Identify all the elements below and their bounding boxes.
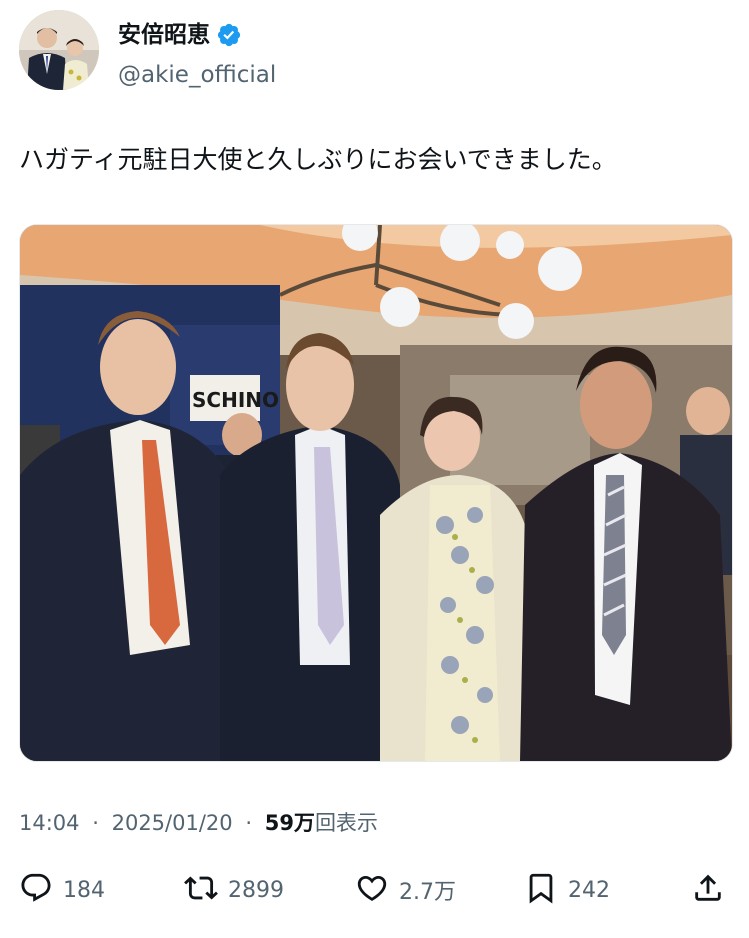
user-handle[interactable]: @akie_official bbox=[118, 60, 276, 90]
share-button[interactable] bbox=[691, 866, 725, 914]
tweet-actions: 184 2899 2.7万 242 bbox=[19, 866, 731, 914]
heart-icon bbox=[355, 871, 389, 909]
bookmark-count: 242 bbox=[568, 877, 610, 903]
tweet-text: ハガティ元駐日大使と久しぶりにお会いできました。 bbox=[19, 145, 617, 174]
tweet-photo[interactable]: SCHINO bbox=[19, 224, 733, 762]
tweet-header: 安倍昭恵 @akie_official bbox=[19, 10, 729, 90]
like-button[interactable]: 2.7万 bbox=[355, 866, 456, 914]
bookmark-button[interactable]: 242 bbox=[524, 866, 610, 914]
tweet-date[interactable]: 2025/01/20 bbox=[112, 811, 233, 835]
views-count: 59万 bbox=[264, 811, 315, 835]
repost-button[interactable]: 2899 bbox=[184, 866, 284, 914]
reply-button[interactable]: 184 bbox=[19, 866, 105, 914]
display-name[interactable]: 安倍昭恵 bbox=[118, 20, 210, 50]
photo-image: SCHINO bbox=[20, 225, 732, 761]
views-label: 回表示 bbox=[314, 811, 378, 835]
meta-separator: · bbox=[92, 811, 99, 835]
like-count: 2.7万 bbox=[399, 880, 456, 905]
reply-count: 184 bbox=[63, 877, 105, 903]
bookmark-icon bbox=[524, 871, 558, 909]
repost-icon bbox=[184, 871, 218, 909]
meta-separator: · bbox=[245, 811, 253, 835]
verified-badge-icon[interactable] bbox=[216, 22, 242, 48]
avatar[interactable] bbox=[19, 10, 99, 90]
reply-icon bbox=[19, 871, 53, 909]
tweet-time[interactable]: 14:04 bbox=[19, 811, 80, 835]
sign-text: SCHINO bbox=[192, 388, 279, 412]
tweet-meta: 14:04 · 2025/01/20 · 59万回表示 bbox=[19, 808, 378, 838]
name-row: 安倍昭恵 bbox=[118, 20, 242, 50]
repost-count: 2899 bbox=[228, 877, 284, 903]
share-icon bbox=[691, 871, 725, 909]
avatar-image bbox=[19, 10, 99, 90]
